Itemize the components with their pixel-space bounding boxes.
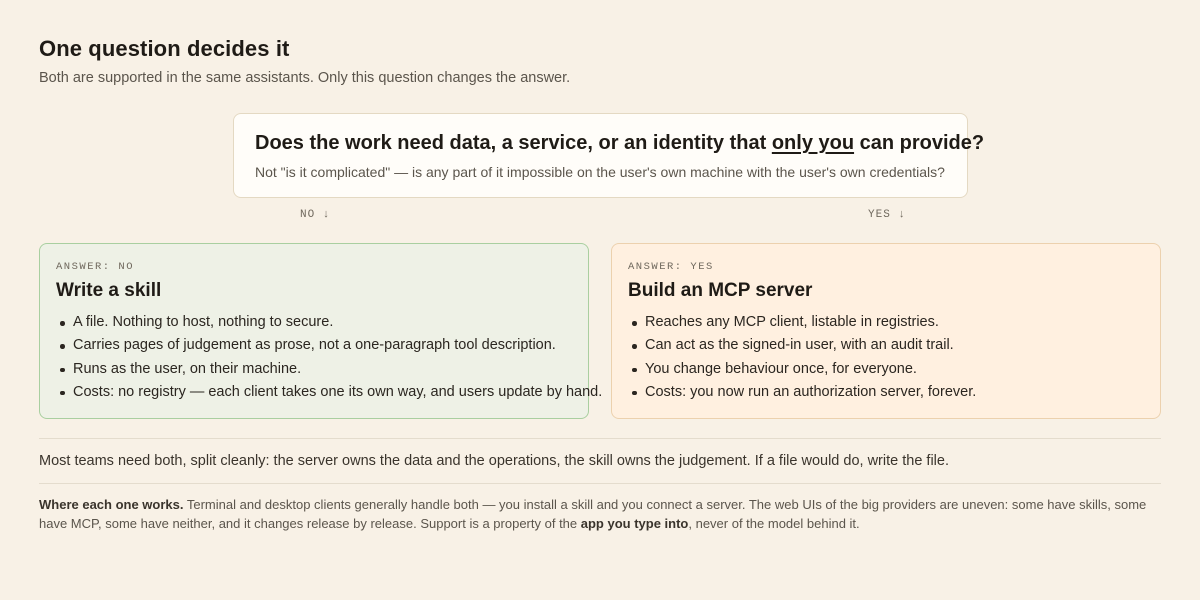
list-item: A file. Nothing to host, nothing to secu… [56, 311, 572, 334]
answer-list-no: A file. Nothing to host, nothing to secu… [56, 311, 602, 404]
list-item: Costs: you now run an authorization serv… [628, 381, 1144, 404]
list-item: Reaches any MCP client, listable in regi… [628, 311, 1144, 334]
page-title: One question decides it [39, 36, 290, 61]
question-box: Does the work need data, a service, or a… [233, 113, 984, 198]
list-item: Costs: no registry — each client takes o… [56, 381, 602, 404]
answer-title-no: Write a skill [56, 280, 162, 301]
answer-card-yes: ANSWER: YES Build an MCP server Reaches … [611, 243, 1161, 419]
question-subtext: Not "is it complicated" — is any part of… [255, 164, 945, 180]
branch-no-label: NO ↓ [300, 209, 331, 221]
answer-tag-no: ANSWER: NO [56, 261, 135, 273]
divider [39, 438, 1161, 439]
list-item: You change behaviour once, for everyone. [628, 358, 1144, 381]
page-subtitle: Both are supported in the same assistant… [39, 70, 571, 86]
answer-tag-yes: ANSWER: YES [628, 261, 714, 273]
question-emphasis: only you [771, 132, 855, 154]
question-tail: can provide? [854, 132, 985, 154]
list-item: Runs as the user, on their machine. [56, 358, 572, 381]
footnote-lead: Where each one works. [39, 497, 184, 512]
page: One question decides it Both are support… [0, 0, 1200, 600]
divider [39, 483, 1161, 484]
answer-list-yes: Reaches any MCP client, listable in regi… [628, 311, 1144, 404]
footnote-tail: , never of the model behind it. [688, 515, 860, 531]
answer-card-no: ANSWER: NO Write a skill A file. Nothing… [39, 243, 602, 419]
question-lead: Does the work need data, a service, or a… [255, 132, 772, 154]
answer-title-yes: Build an MCP server [628, 280, 813, 301]
list-item: Carries pages of judgement as prose, not… [56, 334, 572, 357]
footnote: Where each one works. Terminal and deskt… [39, 496, 1161, 533]
summary-text: Most teams need both, split cleanly: the… [39, 453, 949, 469]
list-item: Can act as the signed-in user, with an a… [628, 334, 1144, 357]
footnote-bold: app you type into [580, 515, 689, 531]
branch-yes-label: YES ↓ [868, 209, 907, 221]
question-text: Does the work need data, a service, or a… [255, 132, 984, 155]
